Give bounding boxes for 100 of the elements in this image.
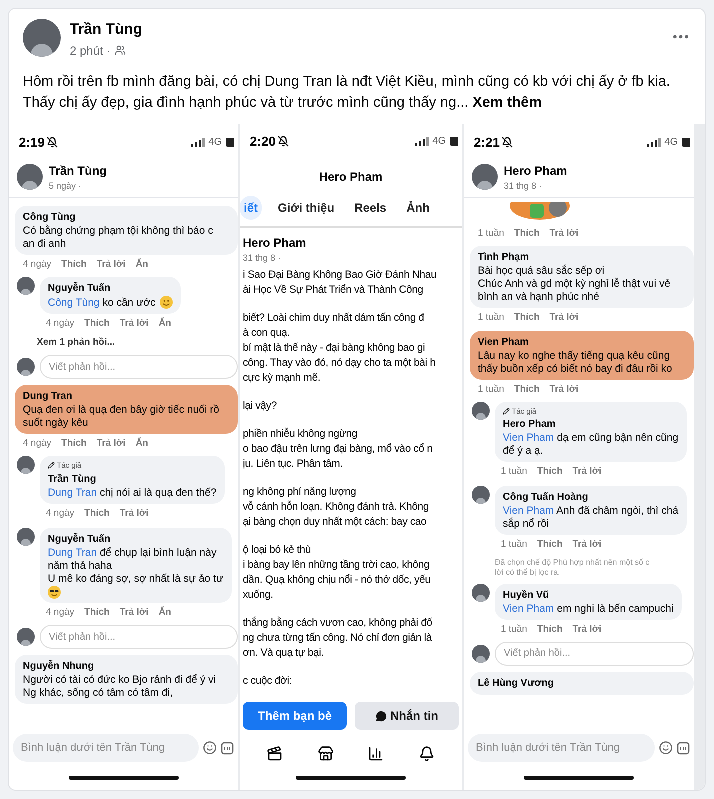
post-author[interactable]: Hero Pham xyxy=(243,234,462,252)
comment-action[interactable]: Thích xyxy=(62,258,87,272)
comment-author[interactable]: Dung Tran xyxy=(23,389,230,404)
author-name[interactable]: Trần Tùng xyxy=(70,19,671,42)
comment-action[interactable]: Thích xyxy=(62,437,87,452)
comment-author[interactable]: Hero Pham xyxy=(503,417,679,432)
post-text: ng chưa từng tấn công. Nó chỉ đơn giản là xyxy=(243,631,434,646)
comment-author[interactable]: Tình Phạm xyxy=(478,250,686,266)
comment-author[interactable]: Huyền Vũ xyxy=(503,588,674,602)
comment-action[interactable]: Trả lời xyxy=(550,311,579,326)
pencil-icon xyxy=(48,462,55,470)
comment-author[interactable]: Nguyễn Tuấn xyxy=(48,532,224,547)
post-text: ại bàng chọn duy nhất một cách: bay cao xyxy=(243,515,428,530)
comment-text: Lâu nay ko nghe thấy tiếng quạ kêu cũng xyxy=(478,350,670,362)
post-text: biết? Loài chim duy nhất dám tấn công đ xyxy=(243,311,426,326)
post-text: ng không phí năng lượng xyxy=(243,485,358,500)
avatar-icon xyxy=(17,164,43,190)
store-icon[interactable] xyxy=(318,746,334,762)
post-text: ài Học Về Sự Phát Triển và Thành Công xyxy=(243,283,424,298)
avatar-icon xyxy=(472,402,490,420)
comment-field[interactable]: Bình luận dưới tên Trần Tùng xyxy=(468,734,655,762)
comment-action[interactable]: Trả lời xyxy=(572,538,602,552)
comment-action[interactable]: Thích xyxy=(84,316,110,331)
avatar-icon xyxy=(472,164,498,190)
comment-action[interactable]: Thích xyxy=(537,538,563,552)
comment-action[interactable]: Trả lời xyxy=(96,258,126,272)
comment-action[interactable]: Ẩn xyxy=(136,258,148,272)
comment-author[interactable]: Lê Hùng Vương xyxy=(478,676,686,691)
add-friend-button[interactable]: Thêm bạn bè xyxy=(243,702,347,730)
reply-field[interactable]: Viết phản hồi... xyxy=(40,355,238,380)
signal-icon xyxy=(414,137,429,146)
comment-action[interactable]: Thích xyxy=(84,606,110,620)
mention-link[interactable]: Vien Pham xyxy=(503,505,554,518)
comment-text: Chúc Anh và gd một kỳ nghỉ lễ thật vui vẻ xyxy=(478,278,671,290)
comment-author[interactable]: Công Tùng xyxy=(23,210,230,225)
comment-time: 4 ngày xyxy=(23,258,52,272)
mention-link[interactable]: Vien Pham xyxy=(503,432,554,444)
comment-action[interactable]: Trả lời xyxy=(550,227,579,242)
comment-action[interactable]: Trả lời xyxy=(572,622,602,637)
profile-name[interactable]: Trần Tùng xyxy=(49,162,107,180)
comment-action[interactable]: Thích xyxy=(84,506,110,521)
mention-link[interactable]: Dung Tran xyxy=(48,546,98,559)
comment-author[interactable]: Công Tuấn Hoàng xyxy=(503,490,679,506)
battery-icon xyxy=(450,137,458,146)
avatar-icon xyxy=(17,456,35,474)
comment-author[interactable]: Nguyễn Tuấn xyxy=(48,281,173,296)
comment-action[interactable]: Trả lời xyxy=(96,437,126,452)
comment-action[interactable]: Trả lời xyxy=(120,316,149,331)
reply-field[interactable]: Viết phản hồi... xyxy=(495,642,694,666)
comment-author[interactable]: Nguyễn Nhung xyxy=(23,659,230,674)
comment-text: Có bằng chứng phạm tội không thì báo c xyxy=(23,225,214,237)
bell-off-icon xyxy=(47,137,58,148)
comment-action[interactable]: Thích xyxy=(514,382,540,397)
emoji-icon[interactable] xyxy=(659,741,673,755)
see-more-link[interactable]: Xem thêm xyxy=(472,94,542,110)
emoji-icon[interactable] xyxy=(203,741,217,755)
comment-time: 1 tuần xyxy=(478,227,504,241)
chart-icon[interactable] xyxy=(368,746,384,762)
comment-text: em nghi là bến campuchi xyxy=(557,602,674,614)
post-time[interactable]: 2 phút · xyxy=(70,42,111,60)
profile-name[interactable]: Hero Pham xyxy=(504,162,568,180)
comment-action[interactable]: Thích xyxy=(537,465,563,480)
video-icon[interactable] xyxy=(267,746,284,762)
comment-action[interactable]: Trả lời xyxy=(572,465,602,480)
avatar-icon xyxy=(472,584,490,602)
comment-action[interactable]: Thích xyxy=(514,227,540,242)
mention-link[interactable]: Dung Tran xyxy=(48,486,98,499)
filter-note: lời có thể bị lọc ra. xyxy=(495,568,562,578)
reply-field[interactable]: Viết phản hồi... xyxy=(40,625,238,650)
comment-author[interactable]: Trần Tùng xyxy=(48,472,217,487)
profile-tab[interactable]: iết xyxy=(240,196,262,220)
profile-tab[interactable]: Reels xyxy=(350,196,391,220)
comment-field[interactable]: Bình luận dưới tên Trần Tùng xyxy=(13,734,199,762)
profile-tab[interactable]: Ảnh xyxy=(402,196,434,220)
comment-time: 1 tuần xyxy=(501,538,528,552)
message-button[interactable]: Nhắn tin xyxy=(355,702,459,730)
comment-action[interactable]: Trả lời xyxy=(550,382,579,397)
mention-link[interactable]: Công Tùng xyxy=(48,296,100,309)
post-text: cực kỳ mạnh mẽ. xyxy=(243,371,322,386)
smiley-icon xyxy=(160,296,173,310)
comment-action[interactable]: Ẩn xyxy=(158,606,172,620)
comment-text: suốt ngày kêu xyxy=(23,417,88,430)
comment-action[interactable]: Ẩn xyxy=(136,437,148,452)
comment-action[interactable]: Ẩn xyxy=(158,316,172,331)
comment-text: thấy buồn xếp có biết nó bay đi đâu rồi ko xyxy=(478,362,672,374)
comment-author[interactable]: Vien Pham xyxy=(478,334,686,350)
post-text: xuống. xyxy=(243,588,274,604)
comment-action[interactable]: Thích xyxy=(537,622,563,637)
post-time: 31 thg 8 · xyxy=(504,180,544,193)
mention-link[interactable]: Vien Pham xyxy=(503,602,554,614)
signal-icon xyxy=(190,138,205,147)
comment-action[interactable]: Trả lời xyxy=(120,506,149,521)
view-replies-link[interactable]: Xem 1 phản hồi... xyxy=(15,336,238,350)
comment-text: Anh đã châm ngòi, thì chá xyxy=(556,505,679,518)
avatar-icon xyxy=(472,644,490,663)
comment-action[interactable]: Thích xyxy=(514,311,540,326)
notification-icon[interactable] xyxy=(418,746,435,762)
profile-tab[interactable]: Giới thiệu xyxy=(274,196,339,220)
network-label: 4G xyxy=(432,135,446,150)
comment-action[interactable]: Trả lời xyxy=(120,606,149,620)
